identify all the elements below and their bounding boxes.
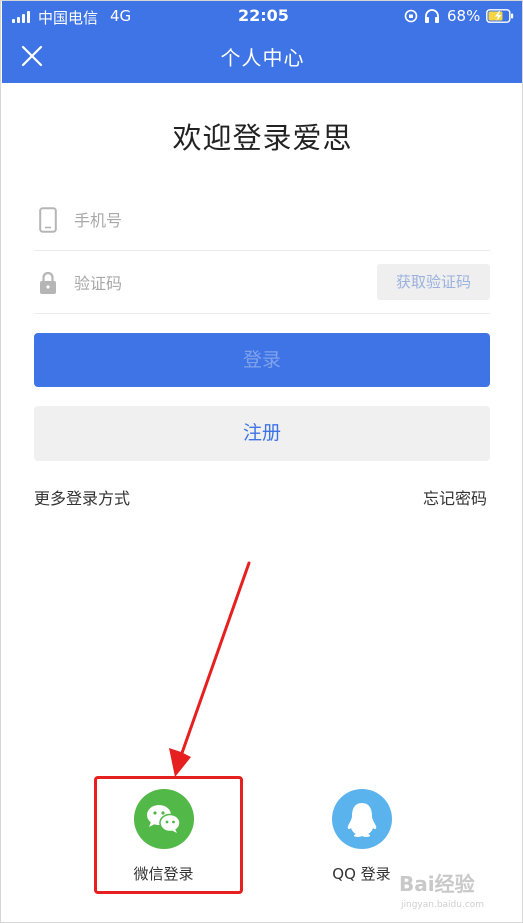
baidu-jingyan-watermark: Bai经验 jingyan.baidu.com [397,863,517,913]
wechat-login-button[interactable]: 微信登录 [101,789,226,884]
wechat-login-label: 微信登录 [133,865,194,883]
rotation-lock-icon [404,9,418,23]
lock-icon [40,271,56,294]
signal-icon [12,11,32,23]
carrier-name: 中国电信 [38,9,99,27]
battery-charging-icon [486,9,514,23]
phone-icon [39,207,57,233]
phone-input[interactable] [74,203,364,237]
qq-penguin-icon [331,789,392,849]
page-title: 个人中心 [220,46,305,70]
nav-bar: 个人中心 [2,31,522,83]
app-header: 中国电信 4G 22:05 68% 个人中心 [2,1,522,83]
wechat-icon [133,789,194,849]
app-screen: 中国电信 4G 22:05 68% 个人中心 欢迎登录爱思 手机号 验证码 获取… [0,0,523,923]
verification-code-input[interactable] [74,266,364,300]
battery-percentage: 68% [447,7,481,25]
headphones-icon [425,9,439,23]
phone-field-row [34,187,490,251]
login-button[interactable]: 登录 [34,333,490,387]
get-code-button[interactable]: 获取验证码 [377,264,490,300]
welcome-heading: 欢迎登录爱思 [172,121,353,155]
more-login-methods-link[interactable]: 更多登录方式 [34,485,130,509]
network-type: 4G [110,7,132,25]
svg-text:Bai经验: Bai经验 [399,872,475,896]
register-button[interactable]: 注册 [34,406,490,461]
forgot-password-link[interactable]: 忘记密码 [423,485,487,509]
status-time: 22:05 [238,6,289,25]
code-field-row: 获取验证码 [34,250,490,314]
status-bar: 中国电信 4G 22:05 68% [2,1,522,31]
svg-text:jingyan.baidu.com: jingyan.baidu.com [400,900,484,910]
